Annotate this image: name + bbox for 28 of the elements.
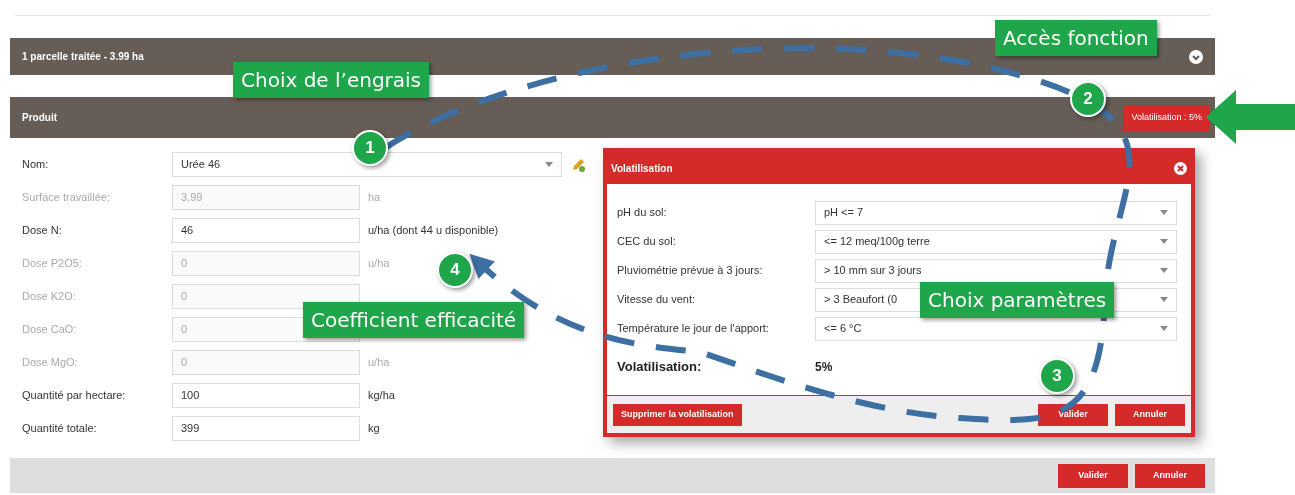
result-label: Volatilisation:	[617, 358, 703, 376]
field-label: Pluviométrie prévue à 3 jours:	[617, 263, 764, 279]
unit-label: kg	[368, 421, 380, 437]
field-label: Température le jour de l'apport:	[617, 321, 770, 337]
unit-label: u/ha	[368, 256, 390, 272]
field-label: Dose MgO:	[22, 355, 79, 371]
step-number: 2	[1070, 81, 1106, 117]
field-label: Nom:	[22, 157, 50, 173]
unit-label: u/ha	[368, 355, 390, 371]
field-label: Surface travaillée:	[22, 190, 112, 206]
result-value: 5%	[815, 358, 833, 376]
field-label: Dose K2O:	[22, 289, 77, 305]
field-label: Dose CaO:	[22, 322, 78, 338]
callout-tooltip: Choix paramètres	[920, 282, 1115, 318]
callout-tooltip: Choix de l’engrais	[233, 62, 430, 98]
field-label: Dose N:	[22, 223, 63, 239]
dialog-title: Volatilisation	[611, 161, 673, 176]
field-label: Quantité par hectare:	[22, 388, 127, 404]
field-label: pH du sol:	[617, 205, 668, 221]
unit-label: ha	[368, 190, 381, 206]
field-label: Dose P2O5:	[22, 256, 83, 272]
callout-tooltip: Accès fonction	[995, 20, 1157, 56]
callout-tooltip: Coefficient efficacité	[303, 302, 525, 338]
field-label: Vitesse du vent:	[617, 292, 697, 308]
unit-label: kg/ha	[368, 388, 395, 404]
field-label: Quantité totale:	[22, 421, 98, 437]
field-label: CEC du sol:	[617, 234, 677, 250]
unit-label: u/ha (dont 44 u disponible)	[368, 223, 499, 239]
